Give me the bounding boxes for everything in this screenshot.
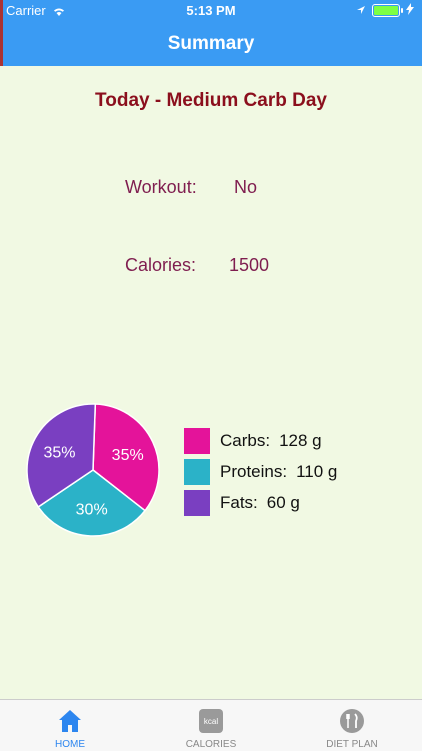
tab-calories-label: CALORIES	[185, 739, 237, 750]
macro-pie-chart: 35% 30% 35%	[26, 403, 160, 537]
tab-diet-plan-label: DIET PLAN	[326, 739, 378, 750]
legend-name: Carbs:	[220, 430, 271, 450]
legend-swatch	[184, 458, 210, 485]
calories-value: 1500	[229, 255, 270, 275]
tab-calories[interactable]: kcal CALORIES	[141, 700, 281, 751]
macro-legend: Carbs: 128 g Proteins: 110 g Fats: 60 g	[184, 425, 337, 518]
kcal-icon: kcal	[197, 707, 225, 735]
battery-icon	[372, 4, 403, 17]
fork-knife-icon	[338, 707, 366, 735]
pie-label-proteins: 30%	[76, 501, 108, 518]
legend-amount: 110 g	[296, 461, 338, 481]
tab-home[interactable]: HOME	[0, 700, 140, 751]
navigation-header: Carrier 5:13 PM Summary	[0, 0, 422, 66]
legend-swatch	[184, 489, 210, 516]
legend-item-1: Proteins: 110 g	[184, 456, 337, 487]
home-icon	[56, 707, 84, 735]
location-arrow-icon	[356, 3, 366, 18]
workout-value: No	[234, 177, 258, 197]
legend-swatch	[184, 427, 210, 454]
tab-home-label: HOME	[55, 739, 85, 750]
legend-item-2: Fats: 60 g	[184, 487, 337, 518]
legend-item-0: Carbs: 128 g	[184, 425, 337, 456]
charging-icon	[406, 3, 414, 18]
day-title: Today - Medium Carb Day	[95, 90, 327, 111]
workout-label: Workout:	[125, 177, 197, 197]
tab-diet-plan[interactable]: DIET PLAN	[282, 700, 422, 751]
kcal-icon-text: kcal	[199, 709, 223, 733]
wifi-icon	[52, 4, 66, 22]
legend-amount: 128 g	[279, 430, 322, 450]
pie-label-fats: 35%	[44, 444, 76, 461]
legend-name: Fats:	[220, 492, 258, 512]
calories-label: Calories:	[125, 255, 197, 275]
legend-name: Proteins:	[220, 461, 288, 481]
tab-bar: HOME kcal CALORIES DIET PLAN	[0, 699, 422, 751]
legend-amount: 60 g	[266, 492, 300, 512]
pie-label-carbs: 35%	[112, 447, 144, 464]
page-title: Summary	[167, 33, 255, 54]
status-right	[356, 3, 414, 18]
